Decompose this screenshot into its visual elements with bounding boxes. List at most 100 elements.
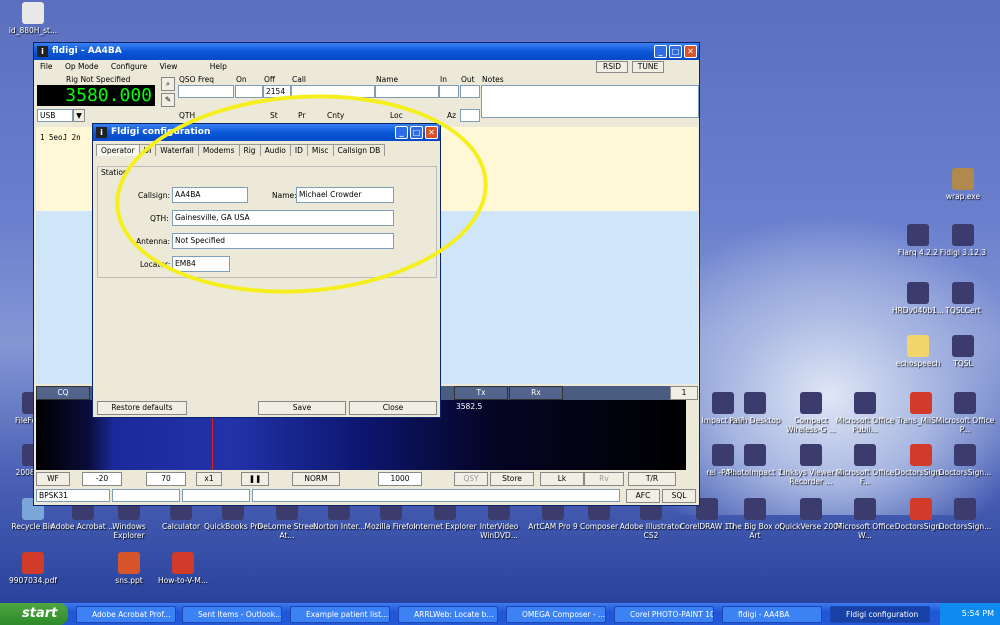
save-button[interactable]: Save	[258, 401, 346, 415]
az-field[interactable]	[460, 109, 480, 122]
callsign-field[interactable]: AA4BA	[172, 187, 248, 203]
wf-button[interactable]: WF	[36, 472, 70, 486]
menu-configure[interactable]: Configure	[111, 62, 147, 71]
main-titlebar[interactable]: i fldigi - AA4BA _ □ ✕	[34, 43, 699, 60]
tab-operator[interactable]: Operator	[96, 144, 140, 156]
locator-field[interactable]: EM84	[172, 256, 230, 272]
level-field-2[interactable]: 70	[146, 472, 186, 486]
name-field[interactable]: Michael Crowder	[296, 187, 394, 203]
task-fldigi[interactable]: fldigi - AA4BA	[722, 606, 822, 623]
name-field[interactable]	[375, 85, 439, 98]
tab-misc[interactable]: Misc	[306, 144, 334, 156]
pause-button[interactable]: ❚❚	[241, 472, 269, 486]
on-field[interactable]	[235, 85, 263, 98]
edit-icon[interactable]: ✎	[161, 93, 175, 107]
app-icon	[952, 282, 974, 304]
sql-button[interactable]: SQL	[662, 489, 696, 503]
box-icon	[952, 168, 974, 190]
close-button[interactable]: ✕	[684, 45, 697, 58]
tr-button[interactable]: T/R	[628, 472, 676, 486]
tab-waterfall[interactable]: Waterfall	[155, 144, 199, 156]
frequency-display[interactable]: 3580.000	[37, 85, 155, 106]
desktop-icon[interactable]: DoctorsSign...	[932, 444, 998, 477]
afc-button[interactable]: AFC	[626, 489, 660, 503]
tab-id[interactable]: ID	[289, 144, 308, 156]
tab-audio[interactable]: Audio	[259, 144, 291, 156]
start-button[interactable]: start	[0, 603, 68, 625]
lock-button[interactable]: Lk	[540, 472, 584, 486]
tab-ui[interactable]: UI	[138, 144, 157, 156]
rsid-button[interactable]: RSID	[596, 61, 628, 73]
freq-field[interactable]: 1000	[378, 472, 422, 486]
desktop-icon[interactable]: TQSLCert	[930, 282, 996, 315]
desktop-icon[interactable]: Microsoft Office P...	[932, 392, 998, 434]
task-omega-composer[interactable]: OMEGA Composer - ...	[506, 606, 606, 623]
menu-view[interactable]: View	[160, 62, 178, 71]
rig-status: Rig Not Specified	[66, 75, 131, 84]
in-field[interactable]	[439, 85, 459, 98]
tab-callsign-db[interactable]: Callsign DB	[332, 144, 386, 156]
task-outlook[interactable]: Sent Items - Outlook...	[182, 606, 282, 623]
antenna-field[interactable]: Not Specified	[172, 233, 394, 249]
desktop-icon-label: wrap.exe	[945, 192, 981, 201]
system-tray-clock[interactable]: 5:54 PM	[940, 603, 1000, 625]
norm-button[interactable]: NORM	[292, 472, 340, 486]
desktop-icon[interactable]: wrap.exe	[930, 168, 996, 201]
task-acrobat[interactable]: Adobe Acrobat Prof...	[76, 606, 176, 623]
out-field[interactable]	[460, 85, 480, 98]
mode-select[interactable]: USB	[37, 109, 73, 122]
close-dialog-button[interactable]: Close	[349, 401, 437, 415]
file-icon	[22, 2, 44, 24]
qsy-button[interactable]: QSY	[454, 472, 488, 486]
task-fldigi-configuration[interactable]: Fldigi configuration	[830, 606, 930, 623]
qso-freq-field[interactable]	[178, 85, 234, 98]
taskbar: start Adobe Acrobat Prof... Sent Items -…	[0, 603, 1000, 625]
minimize-button[interactable]: _	[654, 45, 667, 58]
mode-dropdown-arrow[interactable]: ▼	[73, 109, 85, 122]
notes-label: Notes	[482, 75, 504, 84]
search-icon[interactable]: ⌕	[161, 77, 175, 91]
reverse-button[interactable]: Rv	[584, 472, 624, 486]
app-icon	[800, 444, 822, 466]
qth-label: QTH:	[150, 214, 169, 223]
restore-defaults-button[interactable]: Restore defaults	[97, 401, 187, 415]
tune-button[interactable]: TUNE	[632, 61, 664, 73]
name-label: Name	[376, 75, 399, 84]
zoom-button[interactable]: x1	[196, 472, 222, 486]
desktop-icon[interactable]: How-to-V-M...	[150, 552, 216, 585]
desktop-icon[interactable]: DoctorsSign...	[932, 498, 998, 531]
maximize-button[interactable]: □	[410, 126, 423, 139]
desktop-icon[interactable]: TQSL	[930, 335, 996, 368]
cq-button[interactable]: CQ	[36, 386, 90, 400]
menu-help[interactable]: Help	[210, 62, 227, 71]
tab-rig[interactable]: Rig	[238, 144, 261, 156]
macro-page-counter[interactable]: 1	[670, 386, 698, 400]
store-button[interactable]: Store	[490, 472, 534, 486]
menu-op-mode[interactable]: Op Mode	[65, 62, 98, 71]
task-arrlweb[interactable]: ARRLWeb: Locate b...	[398, 606, 498, 623]
task-example-list[interactable]: Example patient list....	[290, 606, 390, 623]
config-titlebar[interactable]: i Fldigi configuration _ □ ✕	[93, 124, 440, 141]
off-field[interactable]: 2154	[263, 85, 291, 98]
minimize-button[interactable]: _	[395, 126, 408, 139]
app-icon: i	[37, 46, 48, 57]
pdf-icon	[910, 392, 932, 414]
call-field[interactable]	[291, 85, 375, 98]
close-button[interactable]: ✕	[425, 126, 438, 139]
desktop-icon[interactable]: 9907034.pdf	[0, 552, 66, 585]
tab-modems[interactable]: Modems	[197, 144, 240, 156]
waterfall-controls: WF -20 70 x1 ❚❚ NORM 1000 QSY Store Lk R…	[36, 472, 698, 486]
desktop-icon-label: id_880H_st...	[8, 26, 58, 35]
qth-field[interactable]: Gainesville, GA USA	[172, 210, 394, 226]
level-field-1[interactable]: -20	[82, 472, 122, 486]
menu-file[interactable]: File	[40, 62, 53, 71]
rx-button[interactable]: Rx	[509, 386, 563, 400]
desktop-icon[interactable]: Fldigi 3.12.3	[930, 224, 996, 257]
tx-button[interactable]: Tx	[454, 386, 508, 400]
notes-field[interactable]	[481, 85, 699, 118]
desktop-icon-label: 9907034.pdf	[9, 576, 57, 585]
mode-status[interactable]: BPSK31	[36, 489, 110, 502]
maximize-button[interactable]: □	[669, 45, 682, 58]
task-corel-photo-paint[interactable]: Corel PHOTO-PAINT 10	[614, 606, 714, 623]
desktop-icon[interactable]: id_880H_st...	[0, 2, 66, 35]
